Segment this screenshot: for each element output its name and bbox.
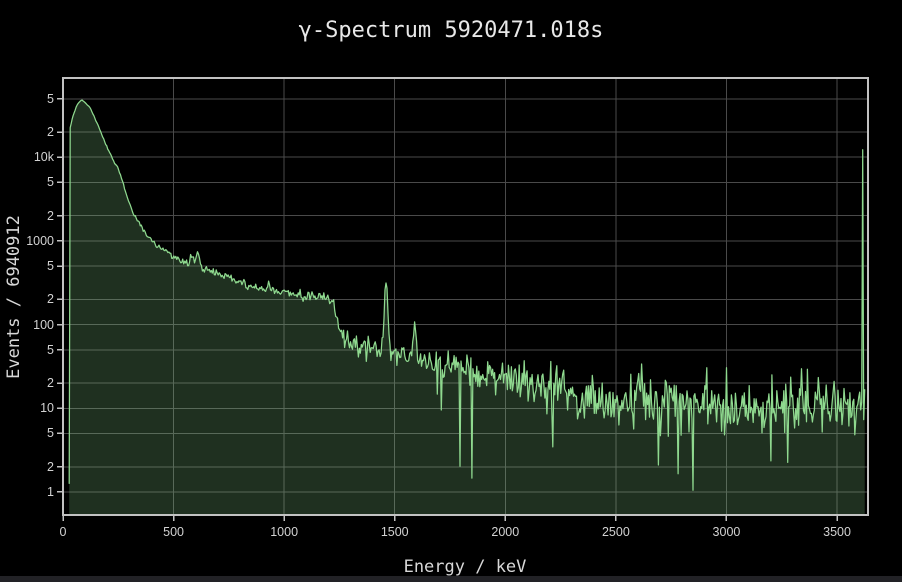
x-tick-label: 1000 — [270, 525, 298, 539]
app-window: γ-Spectrum 5920471.018s Events / 6940912… — [0, 0, 902, 582]
x-tick-label: 1500 — [381, 525, 409, 539]
spectrum-plot-area[interactable] — [0, 0, 902, 582]
y-tick-label: 5 — [47, 92, 54, 106]
y-tick-label: 5 — [47, 426, 54, 440]
x-tick-label: 2500 — [602, 525, 630, 539]
x-tick-label: 2000 — [491, 525, 519, 539]
y-tick-label: 100 — [33, 318, 54, 332]
y-tick-label: 10 — [40, 401, 54, 415]
y-tick-label: 2 — [47, 125, 54, 139]
x-tick-label: 0 — [60, 525, 67, 539]
y-tick-label: 2 — [47, 376, 54, 390]
y-tick-label: 2 — [47, 292, 54, 306]
x-tick-label: 3500 — [823, 525, 851, 539]
bottom-scrollbar-track[interactable] — [0, 576, 902, 582]
y-tick-label: 5 — [47, 343, 54, 357]
y-tick-label: 1 — [47, 485, 54, 499]
y-tick-label: 2 — [47, 460, 54, 474]
x-axis-title: Energy / keV — [404, 557, 527, 577]
y-tick-label: 5 — [47, 259, 54, 273]
y-tick-label: 2 — [47, 209, 54, 223]
x-tick-label: 500 — [163, 525, 184, 539]
y-tick-label: 5 — [47, 175, 54, 189]
y-tick-label: 1000 — [26, 234, 54, 248]
spectrum-fill — [69, 100, 865, 515]
y-tick-label: 10k — [34, 150, 54, 164]
x-tick-label: 3000 — [713, 525, 741, 539]
